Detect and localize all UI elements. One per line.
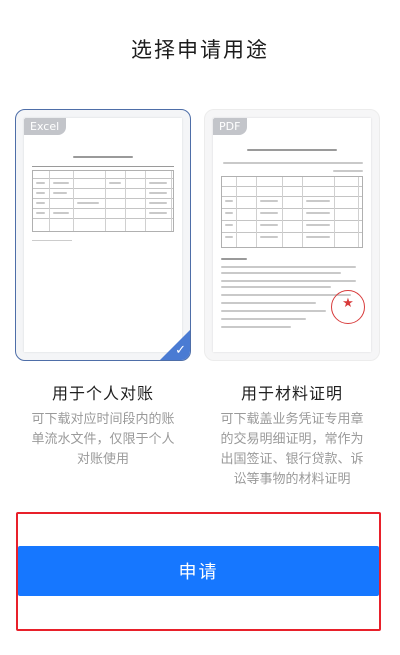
file-type-badge-pdf: PDF bbox=[213, 118, 248, 135]
seal-stamp-icon: ★ bbox=[331, 290, 365, 324]
pdf-preview-thumbnail: ★ bbox=[213, 118, 371, 352]
option-label-pdf: 用于材料证明 bbox=[240, 384, 343, 403]
excel-preview-thumbnail bbox=[24, 118, 182, 352]
file-type-badge-excel: Excel bbox=[24, 118, 67, 135]
preview-table bbox=[32, 170, 174, 232]
option-card-pdf[interactable]: PDF ★ bbox=[204, 109, 380, 361]
option-card-excel[interactable]: Excel ✓ bbox=[15, 109, 191, 361]
apply-button[interactable]: 申请 bbox=[18, 546, 379, 596]
preview-document-heading bbox=[24, 155, 182, 159]
option-description-excel: 可下载对应时间段内的账单流水文件，仅限于个人对账使用 bbox=[31, 412, 175, 467]
preview-table bbox=[221, 176, 363, 248]
page-title: 选择申请用途 bbox=[131, 38, 269, 62]
option-label-excel: 用于个人对账 bbox=[51, 384, 154, 403]
option-description-pdf: 可下载盖业务凭证专用章的交易明细证明，常作为出国签证、银行贷款、诉讼等事物的材料… bbox=[220, 412, 364, 487]
check-icon: ✓ bbox=[175, 343, 186, 358]
preview-document-heading bbox=[213, 148, 371, 152]
